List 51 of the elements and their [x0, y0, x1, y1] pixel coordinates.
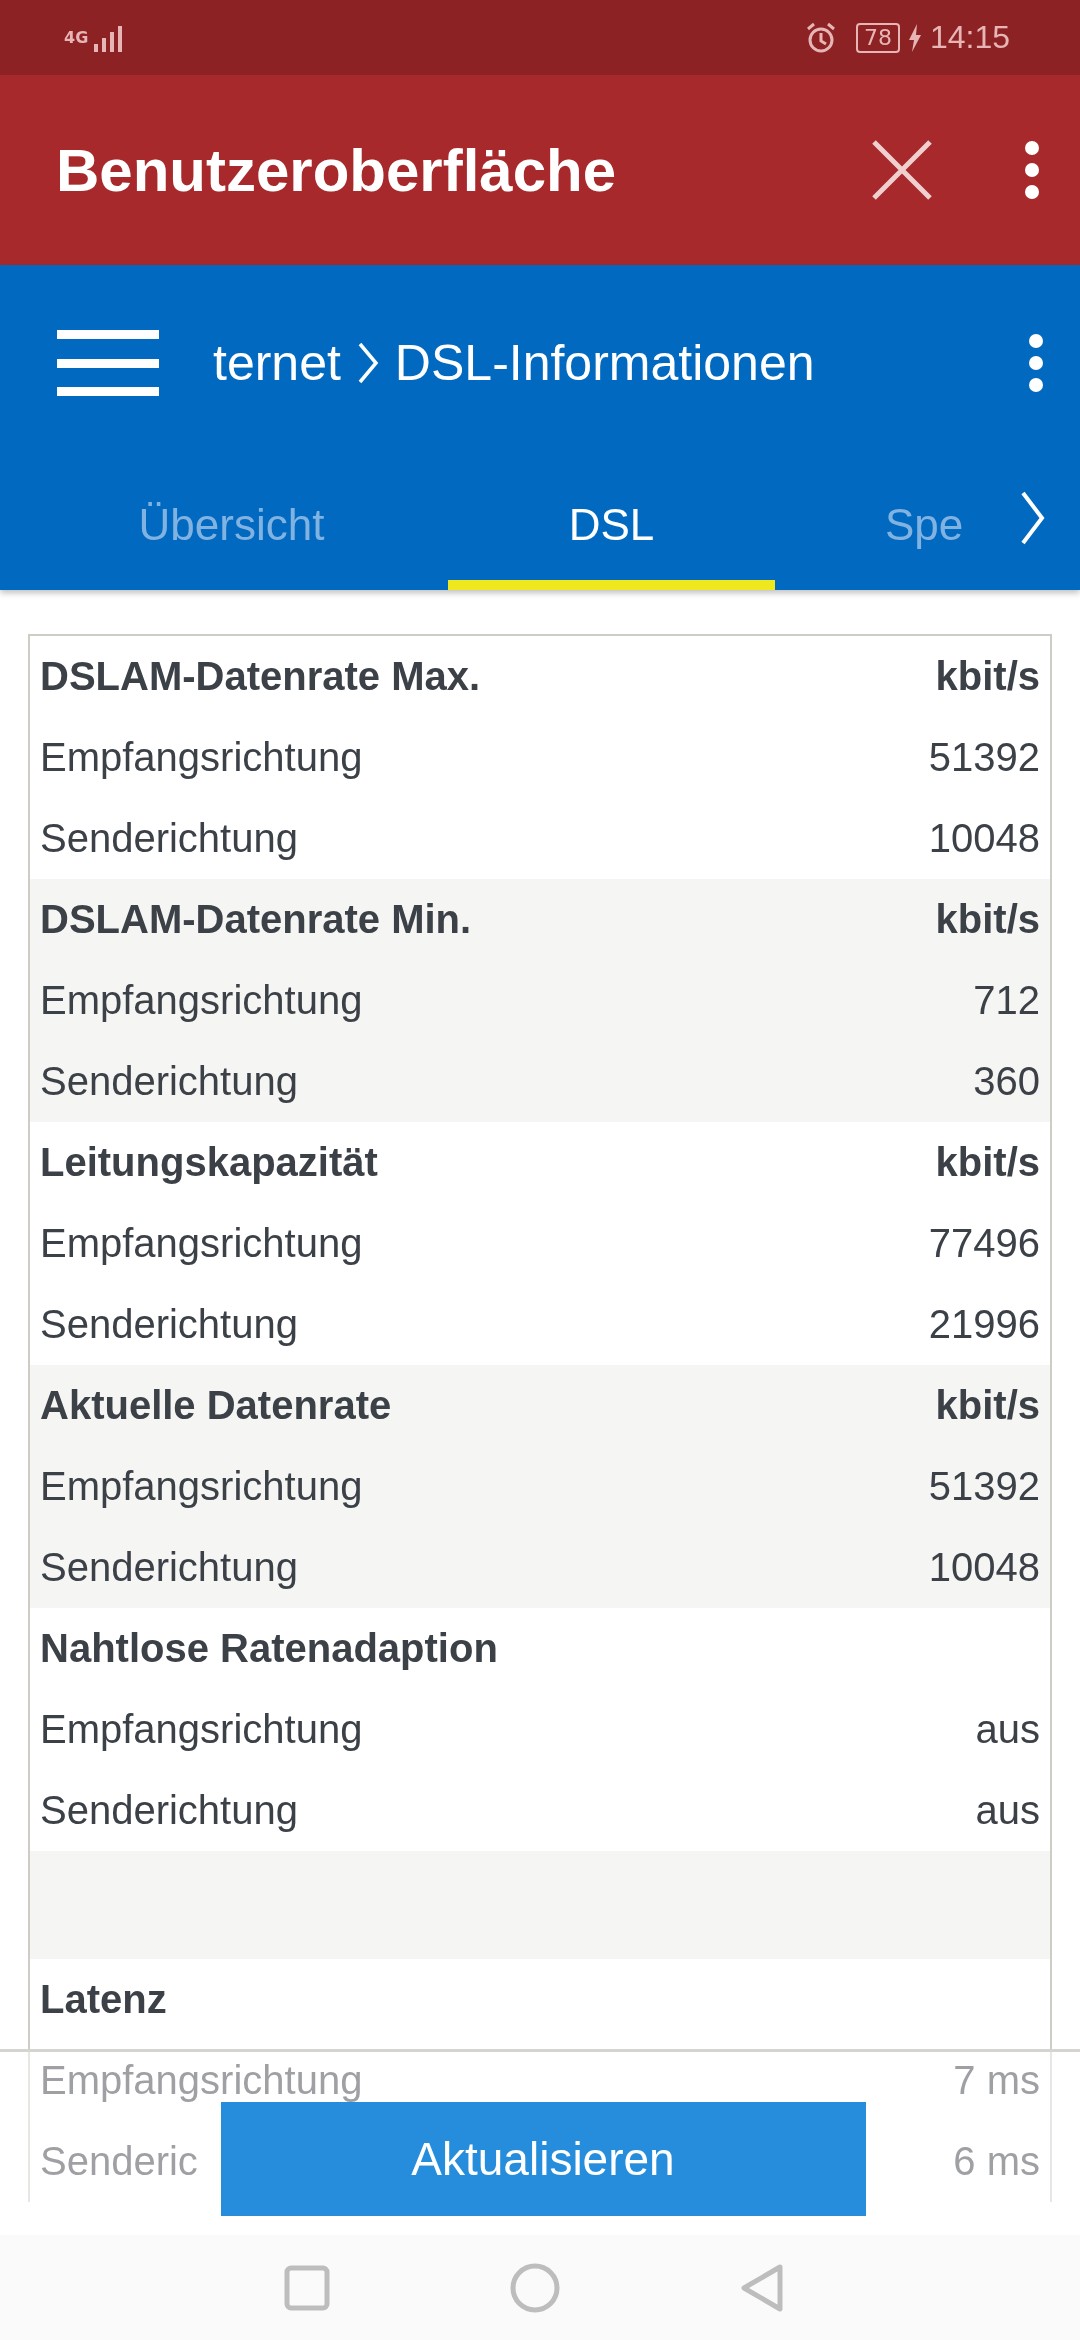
section-title: Latenz: [40, 1977, 167, 2022]
row-label: Empfangsrichtung: [40, 735, 363, 780]
row-label: Senderichtung: [40, 1545, 298, 1590]
unit-label: kbit/s: [935, 1140, 1040, 1185]
chevron-icon: [356, 340, 379, 385]
refresh-button[interactable]: Aktualisieren: [220, 2102, 866, 2216]
tab[interactable]: DSL: [448, 460, 775, 590]
row-label: Senderichtung: [40, 1059, 298, 1104]
row-label: Empfangsrichtung: [40, 1464, 363, 1509]
section-title: Aktuelle Datenrate: [40, 1383, 392, 1428]
row-value: 77496: [928, 1221, 1040, 1266]
network-label: 4G: [64, 29, 86, 46]
row-value: 6 ms: [953, 2139, 1040, 2184]
row-value: 10048: [928, 1545, 1040, 1590]
breadcrumb-current: DSL-Informationen: [394, 333, 815, 392]
close-icon[interactable]: [870, 138, 934, 202]
app-title: Benutzeroberfläche: [56, 135, 618, 205]
row-label: Empfangsrichtung: [40, 978, 363, 1023]
row-label: Empfangsrichtung: [40, 1707, 363, 1752]
section-title: DSLAM-Datenrate Min.: [40, 897, 472, 942]
row-value: 10048: [928, 816, 1040, 861]
row-label: Empfangsrichtung: [40, 1221, 363, 1266]
row-value: 51392: [928, 1464, 1040, 1509]
charging-icon: [907, 23, 922, 52]
tab[interactable]: Übersicht: [68, 460, 395, 590]
clock: 14:15: [929, 19, 1010, 56]
unit-label: kbit/s: [935, 654, 1040, 699]
unit-label: kbit/s: [935, 897, 1040, 942]
unit-label: kbit/s: [935, 1383, 1040, 1428]
section-title: Nahtlose Ratenadaption: [40, 1626, 498, 1671]
more-icon[interactable]: [1024, 140, 1040, 200]
row-label: Senderichtung: [40, 816, 298, 861]
tab[interactable]: Spe: [828, 460, 964, 590]
row-label: Senderichtung: [40, 1302, 298, 1347]
row-value: aus: [975, 1788, 1040, 1833]
breadcrumb-link[interactable]: ternet: [213, 333, 341, 392]
row-label: Senderic: [40, 2139, 198, 2184]
row-value: aus: [975, 1707, 1040, 1752]
row-value: 360: [973, 1059, 1040, 1104]
section-title: Leitungskapazität: [40, 1140, 378, 1185]
row-value: 7 ms: [953, 2058, 1040, 2103]
row-label: Empfangsrichtung: [40, 2058, 363, 2103]
row-label: Senderichtung: [40, 1788, 298, 1833]
more-icon[interactable]: [1028, 332, 1044, 393]
battery-icon: 78: [855, 22, 900, 53]
row-value: 51392: [928, 735, 1040, 780]
row-value: 712: [973, 978, 1040, 1023]
section-title: DSLAM-Datenrate Max.: [40, 654, 481, 699]
chevron-right-icon[interactable]: [1020, 490, 1046, 546]
menu-icon[interactable]: [57, 329, 159, 396]
row-value: 21996: [928, 1302, 1040, 1347]
